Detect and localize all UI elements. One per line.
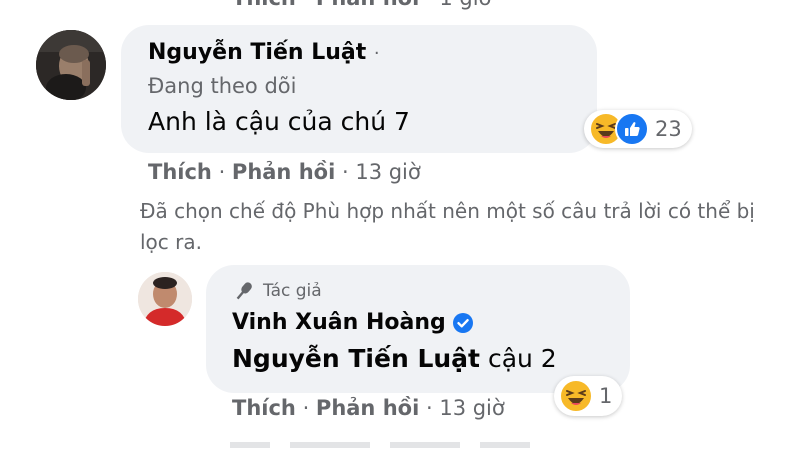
- comment-actions: Thích · Phản hồi · 13 giờ: [148, 160, 421, 184]
- comment-text: Anh là cậu của chú 7: [148, 107, 410, 136]
- previous-comment-actions: Thích · Phản hồi · 1 giờ: [232, 0, 491, 10]
- reply-link[interactable]: Phản hồi: [316, 0, 419, 10]
- following-status[interactable]: Đang theo dõi: [148, 74, 296, 98]
- like-link[interactable]: Thích: [232, 0, 296, 10]
- mention-link[interactable]: Nguyễn Tiến Luật: [232, 344, 480, 373]
- reply-link[interactable]: Phản hồi: [232, 160, 335, 184]
- separator-dot: ·: [303, 0, 316, 10]
- reply-actions: Thích · Phản hồi · 13 giờ: [232, 396, 505, 420]
- comment-author-name: Nguyễn Tiến Luật ·: [148, 40, 380, 65]
- separator-dot: ·: [425, 396, 440, 420]
- reply-body: cậu 2: [487, 344, 557, 373]
- like-link[interactable]: Thích: [148, 160, 212, 184]
- comment-time: 1 giờ: [439, 0, 491, 10]
- microphone-icon: [236, 282, 252, 300]
- next-row-cutoff: [230, 440, 550, 450]
- filter-notice: Đã chọn chế độ Phù hợp nhất nên một số c…: [140, 199, 755, 254]
- comment-time[interactable]: 13 giờ: [439, 396, 504, 420]
- separator-dot: ·: [341, 160, 356, 184]
- reply-link[interactable]: Phản hồi: [316, 396, 419, 420]
- like-link[interactable]: Thích: [232, 396, 296, 420]
- reaction-summary[interactable]: 23: [584, 110, 692, 148]
- reaction-summary[interactable]: 1: [554, 376, 623, 416]
- author-badge-label: Tác giả: [263, 281, 322, 301]
- separator-dot: ·: [426, 0, 439, 10]
- reply-author-name: Vinh Xuân Hoàng: [232, 310, 474, 335]
- author-name-link[interactable]: Vinh Xuân Hoàng: [232, 310, 446, 335]
- avatar[interactable]: [138, 272, 192, 326]
- separator-dot: ·: [218, 160, 232, 184]
- avatar-photo: [138, 272, 192, 326]
- like-icon: [615, 112, 649, 146]
- author-badge: Tác giả: [231, 280, 322, 302]
- haha-emoji-icon: [559, 379, 593, 413]
- separator-dot: ·: [302, 396, 316, 420]
- reaction-count: 1: [599, 384, 613, 408]
- avatar[interactable]: [36, 30, 106, 100]
- verified-badge-icon: [452, 313, 473, 333]
- reply-text: Nguyễn Tiến Luật cậu 2: [232, 344, 557, 373]
- author-name-link[interactable]: Nguyễn Tiến Luật: [148, 40, 366, 65]
- reaction-count: 23: [655, 117, 682, 141]
- separator-dot: ·: [373, 43, 380, 64]
- avatar-photo: [36, 30, 106, 100]
- comment-time[interactable]: 13 giờ: [355, 160, 420, 184]
